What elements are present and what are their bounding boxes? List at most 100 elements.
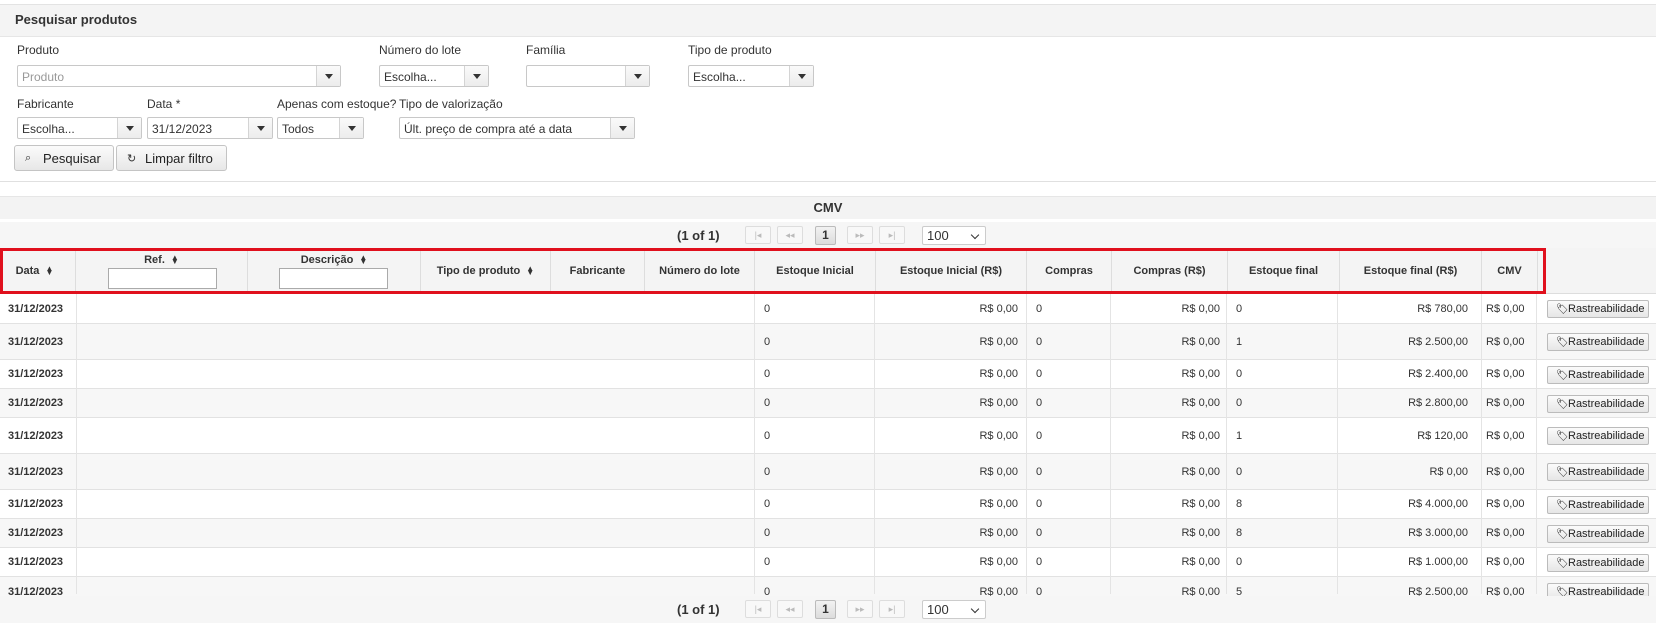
sort-icon[interactable]: ▲ ▼ [171,254,179,266]
rastreabilidade-button[interactable]: 🏷 Rastreabilidade [1547,496,1649,514]
cell-data: 31/12/2023 [8,335,64,348]
page-count: (1 of 1) [677,602,720,617]
sort-icon[interactable]: ▲ ▼ [45,265,53,277]
cell-estoque-inicial: 0 [764,556,771,568]
rastreabilidade-label: Rastreabilidade [1568,369,1645,381]
tipo-valorizacao-label: Tipo de valorização [399,97,503,111]
data-field[interactable]: 31/12/2023 [147,117,273,139]
col-header-tipo-produto[interactable]: Tipo de produto ▲ ▼ [421,248,551,294]
apenas-estoque-select[interactable]: Todos [277,117,364,139]
cell-data: 31/12/2023 [8,302,64,315]
cell-estoque-final: 0 [1236,368,1243,380]
search-button-label: Pesquisar [43,151,101,166]
col-header-ref[interactable]: Ref. ▲ ▼ [76,248,248,294]
col-cmv-label: CMV [1497,265,1522,277]
tag-icon: 🏷 [1556,337,1569,348]
cell-estoque-inicial: 0 [764,429,771,442]
cell-cmv: R$ 0,00 [1486,556,1525,568]
rastreabilidade-button[interactable]: 🏷 Rastreabilidade [1547,366,1649,384]
sort-icon[interactable]: ▲ ▼ [359,254,367,266]
search-button[interactable]: ⌕ Pesquisar [14,145,114,171]
required-marker: * [175,97,181,111]
cell-compras-rs: R$ 0,00 [1181,556,1220,568]
produto-label: Produto [17,43,60,57]
column-divider [1481,294,1482,594]
rastreabilidade-button[interactable]: 🏷 Rastreabilidade [1547,525,1649,543]
col-header-compras-rs: Compras (R$) [1112,248,1228,294]
next-page-button[interactable]: ▸▸ [847,226,873,244]
chevron-down-icon[interactable] [339,118,363,138]
cell-estoque-final-rs: R$ 3.000,00 [1408,527,1468,539]
cell-estoque-inicial-rs: R$ 0,00 [979,498,1018,510]
col-estoque-inicial-label: Estoque Inicial [776,265,854,277]
sort-icon[interactable]: ▲ ▼ [526,265,534,277]
last-page-button[interactable]: ▸| [879,600,905,618]
table-row: 31/12/2023 0 R$ 0,00 0 R$ 0,00 0 R$ 0,00 R$ 0,0… [0,454,1656,490]
rastreabilidade-button[interactable]: 🏷 Rastreabilidade [1547,333,1649,351]
page-count: (1 of 1) [677,228,720,243]
cell-estoque-final: 8 [1236,498,1243,510]
cell-estoque-inicial: 0 [764,335,771,348]
data-value: 31/12/2023 [152,122,213,136]
chevron-down-icon[interactable] [316,66,340,86]
chevron-down-icon[interactable] [117,118,141,138]
produto-field[interactable]: Produto [17,65,341,87]
rows-per-page-select[interactable]: 100 [922,600,986,619]
fabricante-select[interactable]: Escolha... [17,117,142,139]
cell-estoque-final-rs: R$ 2.800,00 [1408,397,1468,409]
next-page-button[interactable]: ▸▸ [847,600,873,618]
col-data-label: Data [15,265,40,277]
tipo-produto-label: Tipo de produto [688,43,772,57]
divider [0,181,1656,182]
first-page-button[interactable]: |◂ [745,226,771,244]
current-page-button[interactable]: 1 [815,600,836,619]
tag-icon: 🏷 [1556,370,1569,381]
prev-page-button[interactable]: ◂◂ [777,226,803,244]
numero-lote-select[interactable]: Escolha... [379,65,489,87]
first-page-button[interactable]: |◂ [745,600,771,618]
apenas-estoque-value: Todos [282,122,315,136]
numero-lote-value: Escolha... [384,70,437,84]
col-header-descricao[interactable]: Descrição ▲ ▼ [248,248,421,294]
cell-estoque-final: 0 [1236,465,1243,478]
prev-page-button[interactable]: ◂◂ [777,600,803,618]
rastreabilidade-button[interactable]: 🏷 Rastreabilidade [1547,427,1649,445]
chevron-down-icon[interactable] [464,66,488,86]
cell-estoque-final: 1 [1236,335,1243,348]
column-divider [76,294,77,594]
descricao-filter-input[interactable] [279,268,388,289]
chevron-down-icon[interactable] [248,118,272,138]
cell-estoque-final: 0 [1236,397,1243,409]
tipo-produto-select[interactable]: Escolha... [688,65,814,87]
table-row: 31/12/2023 0 R$ 0,00 0 R$ 0,00 0 R$ 2.800,00 R$… [0,389,1656,418]
cell-compras: 0 [1036,498,1043,510]
last-page-button[interactable]: ▸| [879,226,905,244]
rastreabilidade-button[interactable]: 🏷 Rastreabilidade [1547,463,1649,481]
cell-estoque-inicial-rs: R$ 0,00 [979,465,1018,478]
current-page-button[interactable]: 1 [815,226,836,245]
rastreabilidade-button[interactable]: 🏷 Rastreabilidade [1547,554,1649,572]
cell-compras-rs: R$ 0,00 [1181,368,1220,380]
tipo-valorizacao-select[interactable]: Últ. preço de compra até a data [399,117,635,139]
rows-per-page-select[interactable]: 100 [922,226,986,245]
col-header-data[interactable]: Data ▲ ▼ [0,248,76,294]
rastreabilidade-button[interactable]: 🏷 Rastreabilidade [1547,300,1649,318]
cell-compras-rs: R$ 0,00 [1181,498,1220,510]
cell-estoque-inicial-rs: R$ 0,00 [979,527,1018,539]
chevron-down-icon[interactable] [625,66,649,86]
cell-compras: 0 [1036,556,1043,568]
familia-select[interactable] [526,65,650,87]
col-compras-rs-label: Compras (R$) [1133,265,1206,277]
cell-estoque-final-rs: R$ 4.000,00 [1408,498,1468,510]
chevron-down-icon[interactable] [610,118,634,138]
cell-estoque-final-rs: R$ 2.400,00 [1408,368,1468,380]
cell-estoque-inicial-rs: R$ 0,00 [979,397,1018,409]
ref-filter-input[interactable] [108,268,217,289]
cell-estoque-final: 0 [1236,556,1243,568]
clear-filter-button[interactable]: ↻ Limpar filtro [116,145,227,171]
cell-estoque-final-rs: R$ 780,00 [1417,302,1468,315]
rastreabilidade-button[interactable]: 🏷 Rastreabilidade [1547,395,1649,413]
chevron-down-icon[interactable] [789,66,813,86]
table-row: 31/12/2023 0 R$ 0,00 0 R$ 0,00 8 R$ 3.000,00 R$… [0,519,1656,548]
col-header-estoque-inicial-rs: Estoque Inicial (R$) [876,248,1027,294]
